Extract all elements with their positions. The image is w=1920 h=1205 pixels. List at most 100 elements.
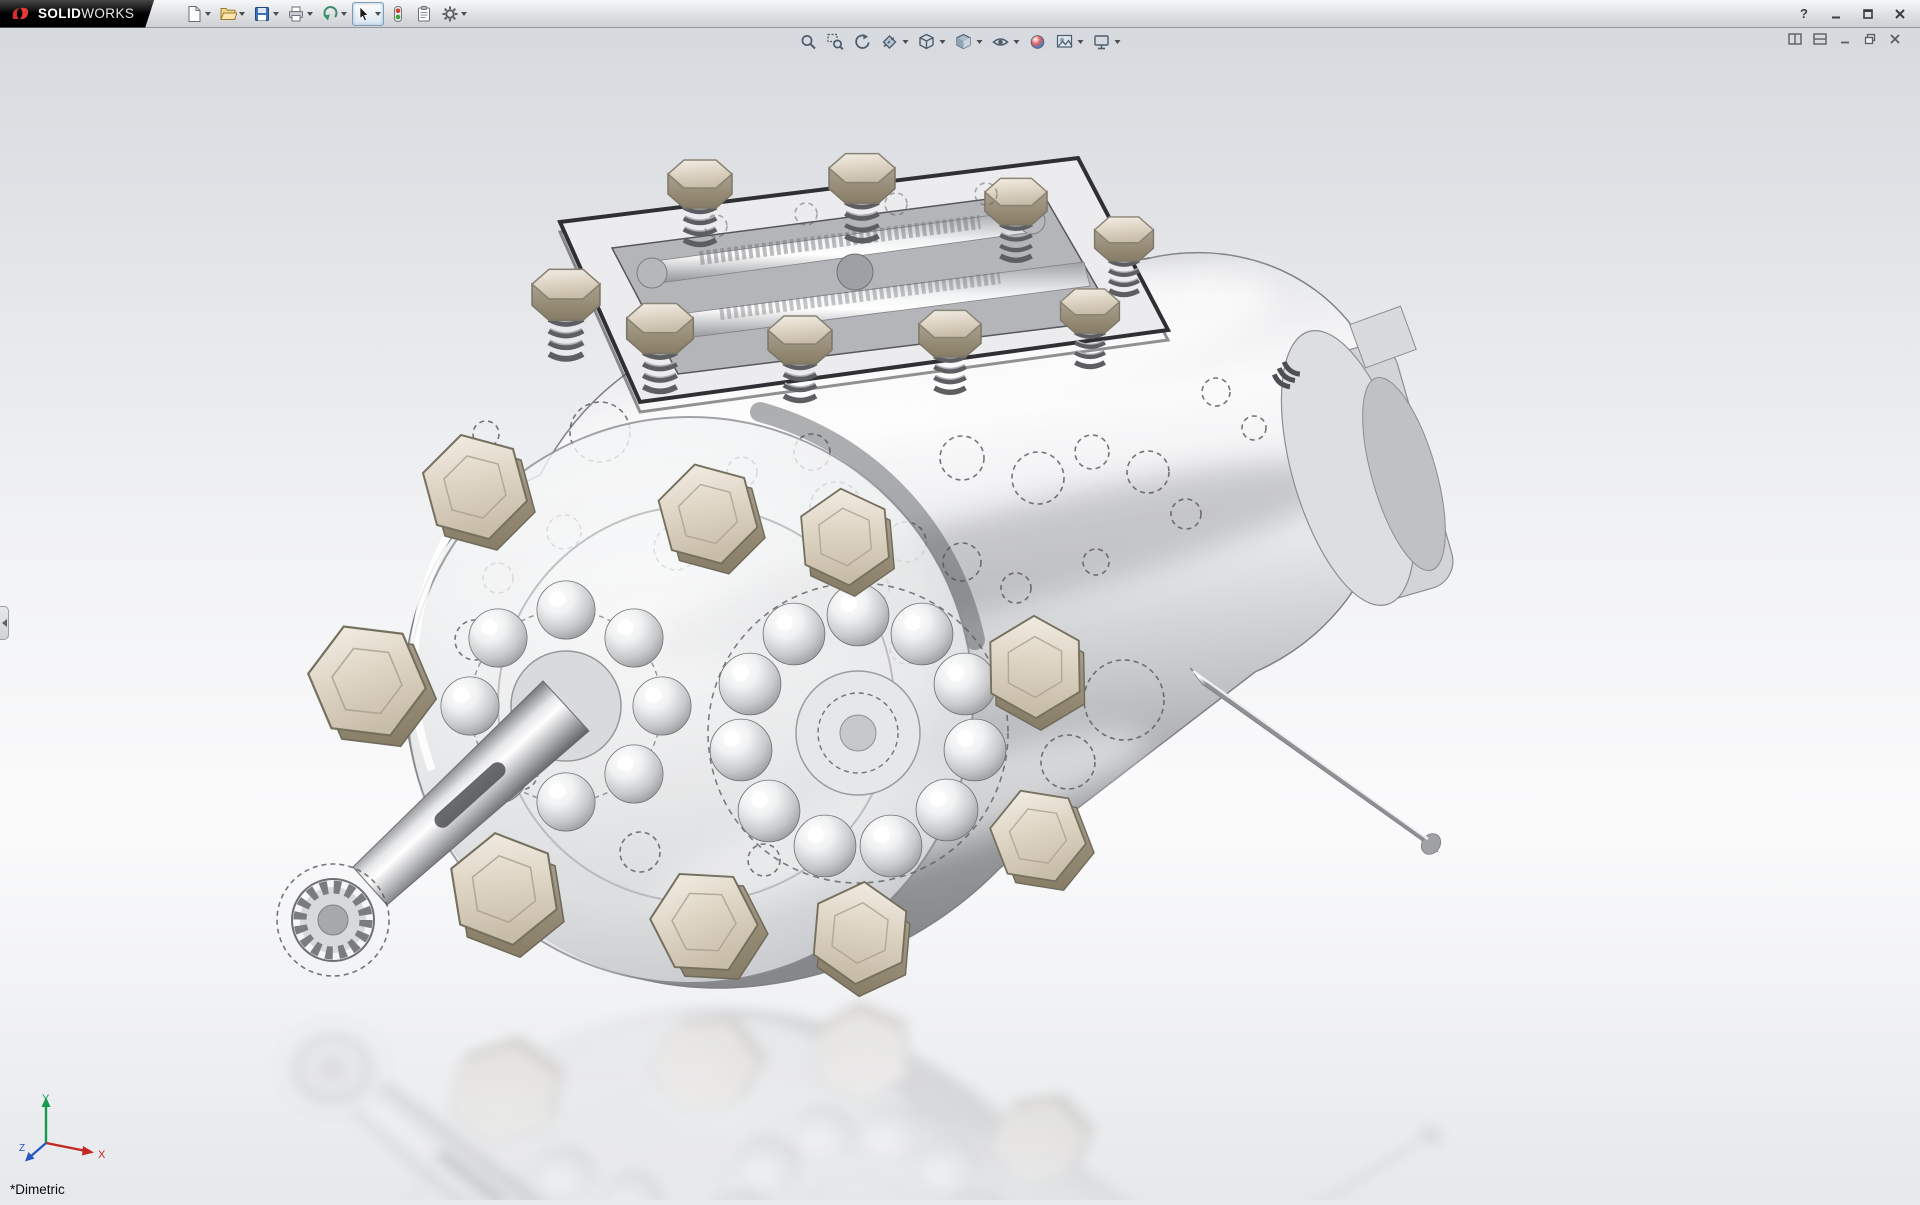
maximize-icon (1862, 8, 1874, 20)
bearing-ball (537, 773, 595, 831)
bearing-ball (763, 603, 825, 665)
axis-x-label: X (98, 1149, 106, 1161)
dropdown-caret-icon[interactable] (940, 40, 946, 44)
solidworks-logo: SOLIDWORKS (0, 0, 154, 28)
rebuild-button[interactable] (386, 2, 410, 26)
dropdown-caret-icon[interactable] (1078, 40, 1084, 44)
dropdown-caret-icon[interactable] (273, 12, 279, 16)
close-document-button[interactable] (1886, 31, 1904, 47)
view-settings-icon (1093, 33, 1111, 51)
bearing-ball (934, 653, 996, 715)
dropdown-caret-icon[interactable] (375, 12, 381, 16)
bearing-ball (891, 603, 953, 665)
select-cursor-icon (355, 5, 373, 23)
axis-y-label: Y (42, 1093, 50, 1105)
document-window-controls (1786, 31, 1904, 47)
options-gear-icon (441, 5, 459, 23)
undo-arrow-icon (321, 5, 339, 23)
bearing-ball (633, 677, 691, 735)
chevron-left-icon (2, 619, 7, 627)
rebuild-stoplight-icon (389, 5, 407, 23)
previous-view-button[interactable] (851, 31, 875, 53)
dropdown-caret-icon[interactable] (1115, 40, 1121, 44)
minimize-document-icon (1839, 33, 1851, 45)
bearing-ball (719, 653, 781, 715)
previous-view-icon (854, 33, 872, 51)
graphics-viewport[interactable] (0, 0, 1920, 1200)
dropdown-caret-icon[interactable] (977, 40, 983, 44)
main-toolbar (182, 2, 470, 26)
brand-text-light: WORKS (81, 6, 134, 21)
bearing-ball (794, 815, 856, 877)
bearing-ball (860, 815, 922, 877)
view-settings-button[interactable] (1090, 31, 1124, 53)
section-view-button[interactable] (878, 31, 912, 53)
dropdown-caret-icon[interactable] (461, 12, 467, 16)
zoom-to-area-button[interactable] (824, 31, 848, 53)
edit-appearance-button[interactable] (1026, 31, 1050, 53)
file-properties-icon (415, 5, 433, 23)
tile-panes-button[interactable] (1786, 31, 1804, 47)
tile-panes-icon (1788, 33, 1802, 45)
section-view-icon (881, 33, 899, 51)
bearing-ball (469, 609, 527, 667)
bearing-ball (441, 677, 499, 735)
bearing-ball (738, 780, 800, 842)
close-document-icon (1889, 33, 1901, 45)
bearing-ball (710, 719, 772, 781)
orientation-triad: Y X Z (18, 1091, 128, 1174)
split-view-button[interactable] (1811, 31, 1829, 47)
zoom-to-fit-icon (800, 33, 818, 51)
maximize-button[interactable] (1856, 4, 1880, 24)
zoom-to-area-icon (827, 33, 845, 51)
dassault-systemes-logo-icon (10, 5, 32, 23)
minimize-document-button[interactable] (1836, 31, 1854, 47)
window-controls: ? (1792, 4, 1920, 24)
restore-document-icon (1864, 33, 1876, 45)
bearing-ball (537, 581, 595, 639)
axis-z-label: Z (19, 1143, 25, 1154)
print-icon (287, 5, 305, 23)
print-button[interactable] (284, 2, 316, 26)
hide-show-items-button[interactable] (989, 31, 1023, 53)
view-orientation-cube-icon (918, 33, 936, 51)
open-folder-icon (219, 5, 237, 23)
dropdown-caret-icon[interactable] (1014, 40, 1020, 44)
bearing-ball (916, 779, 978, 841)
triad-axes: Y X Z (19, 1093, 106, 1162)
dropdown-caret-icon[interactable] (205, 12, 211, 16)
restore-document-button[interactable] (1861, 31, 1879, 47)
dropdown-caret-icon[interactable] (903, 40, 909, 44)
dropdown-caret-icon[interactable] (307, 12, 313, 16)
brand-text: SOLIDWORKS (38, 6, 134, 21)
file-properties-button[interactable] (412, 2, 436, 26)
minimize-icon (1830, 8, 1842, 20)
display-style-icon (955, 33, 973, 51)
new-document-icon (185, 5, 203, 23)
brand-text-bold: SOLID (38, 6, 81, 21)
help-button[interactable]: ? (1792, 4, 1816, 24)
options-button[interactable] (438, 2, 470, 26)
save-button[interactable] (250, 2, 282, 26)
panel-collapse-handle[interactable] (0, 606, 9, 640)
view-orientation-button[interactable] (915, 31, 949, 53)
close-button[interactable] (1888, 4, 1912, 24)
bearing-ball (605, 609, 663, 667)
split-view-icon (1813, 33, 1827, 45)
hide-show-eye-icon (992, 33, 1010, 51)
open-button[interactable] (216, 2, 248, 26)
dropdown-caret-icon[interactable] (341, 12, 347, 16)
zoom-to-fit-button[interactable] (797, 31, 821, 53)
close-icon (1894, 8, 1906, 20)
minimize-button[interactable] (1824, 4, 1848, 24)
dropdown-caret-icon[interactable] (239, 12, 245, 16)
heads-up-view-toolbar (797, 31, 1124, 53)
new-document-button[interactable] (182, 2, 214, 26)
titlebar: SOLIDWORKS (0, 0, 1920, 28)
display-style-button[interactable] (952, 31, 986, 53)
apply-scene-button[interactable] (1053, 31, 1087, 53)
undo-button[interactable] (318, 2, 350, 26)
save-floppy-icon (253, 5, 271, 23)
select-tool-button[interactable] (352, 2, 384, 26)
bearing-ball (605, 745, 663, 803)
